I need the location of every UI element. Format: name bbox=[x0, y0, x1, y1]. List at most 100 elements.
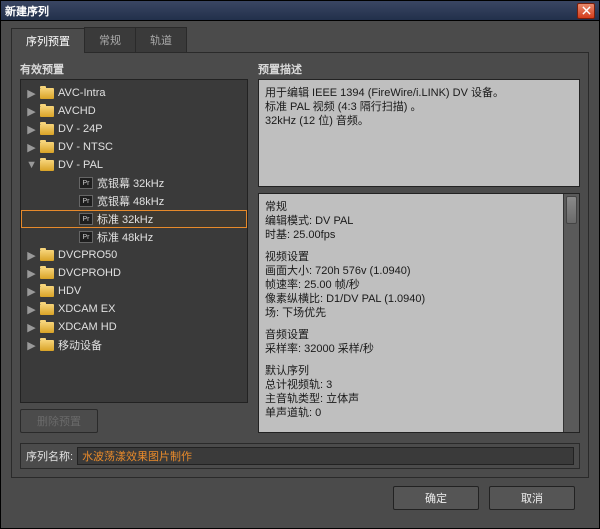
folder-icon bbox=[40, 124, 54, 135]
tab-general[interactable]: 常规 bbox=[84, 27, 136, 52]
scrollbar[interactable] bbox=[563, 194, 579, 432]
detail-line: 画面大小: 720h 576v (1.0940) bbox=[265, 264, 557, 278]
chevron-right-icon: ▶ bbox=[27, 303, 36, 316]
folder-icon bbox=[40, 106, 54, 117]
detail-line: 时基: 25.00fps bbox=[265, 228, 557, 242]
left-header: 有效预置 bbox=[20, 61, 248, 77]
sequence-name-label: 序列名称: bbox=[26, 448, 73, 464]
spacer bbox=[265, 356, 557, 364]
tree-item-dvcpro50[interactable]: ▶ DVCPRO50 bbox=[21, 246, 247, 264]
spacer bbox=[265, 320, 557, 328]
detail-line: 采样率: 32000 采样/秒 bbox=[265, 342, 557, 356]
chevron-right-icon: ▶ bbox=[27, 105, 36, 118]
tree-item-hdv[interactable]: ▶HDV bbox=[21, 282, 247, 300]
tree-label: 宽银幕 32kHz bbox=[97, 175, 164, 191]
tab-tracks[interactable]: 轨道 bbox=[135, 27, 187, 52]
title-bar[interactable]: 新建序列 bbox=[1, 1, 599, 21]
folder-icon bbox=[40, 286, 54, 297]
chevron-right-icon: ▶ bbox=[27, 339, 36, 352]
tree-item-xdcamex[interactable]: ▶ XDCAM EX bbox=[21, 300, 247, 318]
folder-icon bbox=[40, 268, 54, 279]
desc-line: 标准 PAL 视频 (4:3 隔行扫描) 。 bbox=[265, 100, 573, 114]
detail-line: 帧速率: 25.00 帧/秒 bbox=[265, 278, 557, 292]
ok-button[interactable]: 确定 bbox=[393, 486, 479, 510]
tree-item-dvpal-std48[interactable]: Pr 标准 48kHz bbox=[21, 228, 247, 246]
tab-panel: 有效预置 ▶AVC-Intra ▶ AVCHD ▶DV - 24P ▶ DV - N… bbox=[11, 53, 589, 478]
tree-item-dv24p[interactable]: ▶DV - 24P bbox=[21, 120, 247, 138]
detail-line: 像素纵横比: D1/DV PAL (1.0940) bbox=[265, 292, 557, 306]
tab-bar: 序列预置 常规 轨道 bbox=[11, 27, 589, 53]
delete-preset-button: 删除预置 bbox=[20, 409, 98, 433]
tree-label: XDCAM EX bbox=[58, 303, 115, 315]
chevron-right-icon: ▶ bbox=[27, 249, 36, 262]
folder-icon bbox=[40, 142, 54, 153]
chevron-right-icon: ▶ bbox=[27, 87, 36, 100]
close-button[interactable] bbox=[577, 3, 595, 19]
tree-label: 标准 48kHz bbox=[97, 229, 153, 245]
footer: 确定 取消 bbox=[11, 478, 589, 520]
chevron-right-icon: ▶ bbox=[27, 123, 36, 136]
spacer bbox=[265, 242, 557, 250]
tab-preset[interactable]: 序列预置 bbox=[11, 28, 85, 53]
left-column: 有效预置 ▶AVC-Intra ▶ AVCHD ▶DV - 24P ▶ DV - N… bbox=[20, 61, 248, 433]
preset-icon: Pr bbox=[79, 195, 93, 207]
close-icon bbox=[582, 6, 591, 15]
tree-item-avchd[interactable]: ▶ AVCHD bbox=[21, 102, 247, 120]
dialog-window: 新建序列 序列预置 常规 轨道 有效预置 ▶AVC-Intra ▶ AVCHD ▶… bbox=[0, 0, 600, 529]
preset-tree[interactable]: ▶AVC-Intra ▶ AVCHD ▶DV - 24P ▶ DV - NTSC ▼… bbox=[20, 79, 248, 403]
cancel-button[interactable]: 取消 bbox=[489, 486, 575, 510]
tree-label: DVCPRO50 bbox=[58, 249, 117, 261]
tree-item-mobile[interactable]: ▶ 移动设备 bbox=[21, 336, 247, 354]
chevron-right-icon: ▶ bbox=[27, 321, 36, 334]
detail-line: 场: 下场优先 bbox=[265, 306, 557, 320]
folder-icon bbox=[40, 250, 54, 261]
chevron-right-icon: ▶ bbox=[27, 141, 36, 154]
tree-label: 宽银幕 48kHz bbox=[97, 193, 164, 209]
tree-label: AVCHD bbox=[58, 105, 96, 117]
details-box: 常规 编辑模式: DV PAL 时基: 25.00fps 视频设置 画面大小: … bbox=[259, 194, 563, 432]
folder-icon bbox=[40, 304, 54, 315]
tree-label: DV - PAL bbox=[58, 159, 103, 171]
right-column: 预置描述 用于编辑 IEEE 1394 (FireWire/i.LINK) DV… bbox=[258, 61, 580, 433]
folder-icon bbox=[40, 322, 54, 333]
folder-icon bbox=[40, 88, 54, 99]
tree-label: 标准 32kHz bbox=[97, 211, 153, 227]
folder-icon bbox=[40, 340, 54, 351]
sequence-name-input[interactable] bbox=[77, 447, 574, 465]
detail-heading: 默认序列 bbox=[265, 364, 557, 378]
tree-item-dvpal-ws32[interactable]: Pr 宽银幕 32kHz bbox=[21, 174, 247, 192]
preset-icon: Pr bbox=[79, 177, 93, 189]
detail-heading: 视频设置 bbox=[265, 250, 557, 264]
details-wrap: 常规 编辑模式: DV PAL 时基: 25.00fps 视频设置 画面大小: … bbox=[258, 193, 580, 433]
tree-label: 移动设备 bbox=[58, 337, 102, 353]
scroll-thumb[interactable] bbox=[566, 196, 577, 224]
detail-heading: 音频设置 bbox=[265, 328, 557, 342]
desc-line: 32kHz (12 位) 音频。 bbox=[265, 114, 573, 128]
columns: 有效预置 ▶AVC-Intra ▶ AVCHD ▶DV - 24P ▶ DV - N… bbox=[20, 61, 580, 433]
tree-label: XDCAM HD bbox=[58, 321, 117, 333]
tree-item-dvntsc[interactable]: ▶ DV - NTSC bbox=[21, 138, 247, 156]
chevron-right-icon: ▶ bbox=[27, 285, 36, 298]
preset-icon: Pr bbox=[79, 213, 93, 225]
sequence-name-row: 序列名称: bbox=[20, 443, 580, 469]
chevron-right-icon: ▶ bbox=[27, 267, 36, 280]
tree-item-dvpal-ws48[interactable]: Pr 宽银幕 48kHz bbox=[21, 192, 247, 210]
preset-icon: Pr bbox=[79, 231, 93, 243]
right-header: 预置描述 bbox=[258, 61, 580, 77]
tree-item-avcintra[interactable]: ▶AVC-Intra bbox=[21, 84, 247, 102]
tree-label: DV - NTSC bbox=[58, 141, 113, 153]
tree-item-dvpal-std32[interactable]: Pr 标准 32kHz bbox=[21, 210, 247, 228]
detail-line: 总计视频轨: 3 bbox=[265, 378, 557, 392]
detail-line: 编辑模式: DV PAL bbox=[265, 214, 557, 228]
left-button-row: 删除预置 bbox=[20, 409, 248, 433]
tree-item-xdcamhd[interactable]: ▶ XDCAM HD bbox=[21, 318, 247, 336]
detail-heading: 常规 bbox=[265, 200, 557, 214]
tree-label: DVCPROHD bbox=[58, 267, 121, 279]
desc-line: 用于编辑 IEEE 1394 (FireWire/i.LINK) DV 设备。 bbox=[265, 86, 573, 100]
detail-line: 主音轨类型: 立体声 bbox=[265, 392, 557, 406]
dialog-body: 序列预置 常规 轨道 有效预置 ▶AVC-Intra ▶AVCHD ▶DV - … bbox=[1, 21, 599, 528]
tree-item-dvpal[interactable]: ▼DV - PAL bbox=[21, 156, 247, 174]
folder-icon bbox=[40, 160, 54, 171]
detail-line: 单声道轨: 0 bbox=[265, 406, 557, 420]
tree-item-dvcprohd[interactable]: ▶ DVCPROHD bbox=[21, 264, 247, 282]
